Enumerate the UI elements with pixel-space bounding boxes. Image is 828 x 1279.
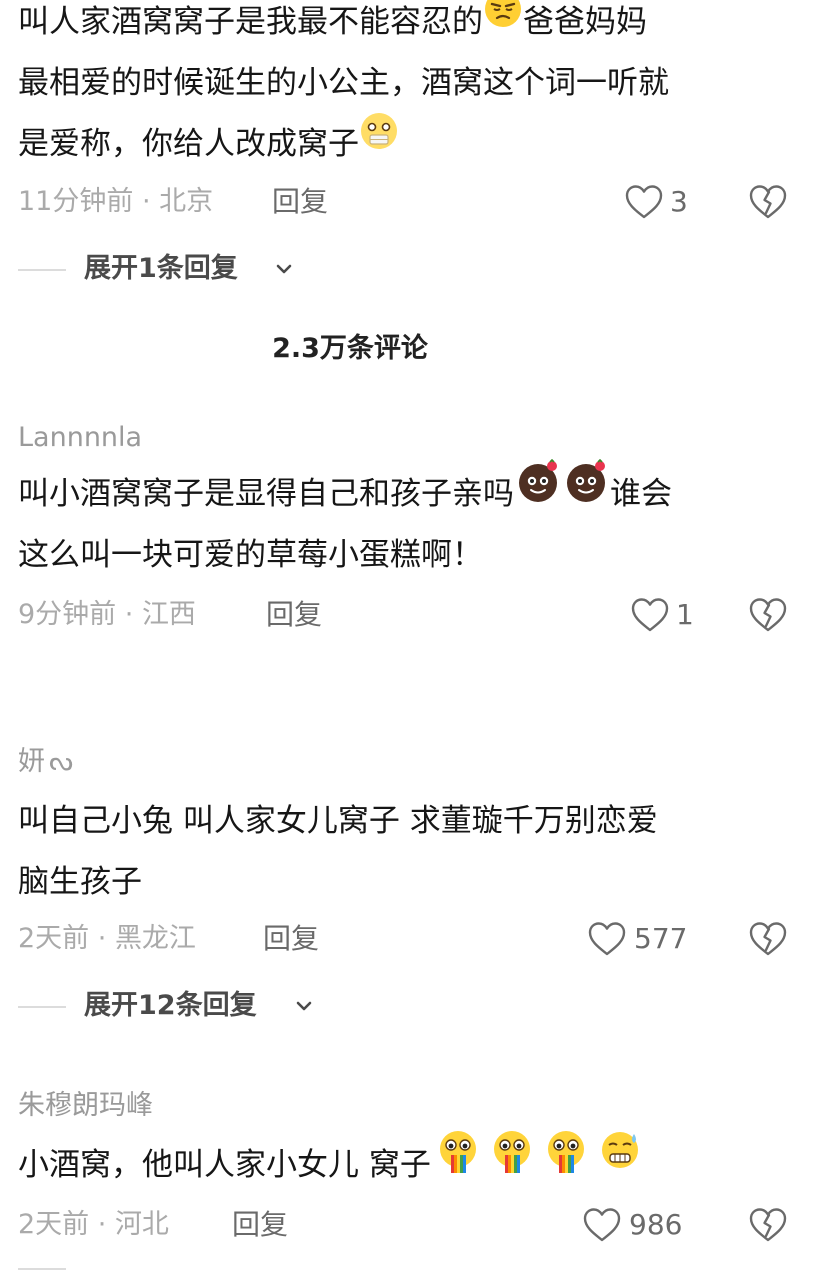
comment-text: 叫人家酒窝窝子是我最不能容忍的 爸爸妈妈 最相爱的时候诞生的小公主，酒窝这个词一…	[18, 0, 808, 175]
comment-time: 11分钟前	[18, 186, 134, 217]
chocolate-cake-emoji-icon	[562, 458, 610, 524]
comment-time: 2天前	[18, 923, 90, 954]
comment-text-line: 爸爸妈妈	[523, 4, 647, 40]
comment-text: 叫自己小兔 叫人家女儿窝子 求董璇千万别恋爱 脑生孩子	[18, 791, 808, 913]
comment-text-line: 叫小酒窝窝子是显得自己和孩子亲吗	[18, 476, 514, 512]
comment-text: 小酒窝，他叫人家小女儿 窝子	[18, 1131, 808, 1196]
comment-time: 2天前	[18, 1209, 90, 1240]
username[interactable]: Lannnnla	[18, 420, 142, 456]
dislike-icon[interactable]	[748, 921, 788, 957]
like-count: 577	[634, 922, 688, 955]
chocolate-cake-emoji-icon	[514, 458, 562, 524]
comment-text-line: 叫自己小兔 叫人家女儿窝子 求董璇千万别恋爱	[18, 803, 658, 839]
expand-replies-button[interactable]: 展开1条回复	[18, 251, 318, 287]
divider	[18, 1006, 66, 1008]
comment-meta: 2天前 · 黑龙江	[18, 921, 196, 957]
rainbow-vomit-emoji-icon	[431, 1128, 485, 1197]
comment-location: 河北	[114, 1209, 169, 1240]
like-icon[interactable]	[630, 597, 670, 633]
expand-replies-label: 展开12条回复	[84, 990, 257, 1021]
comment-time: 9分钟前	[18, 599, 117, 630]
reply-button[interactable]: 回复	[232, 1207, 288, 1243]
comment-text-line: 叫人家酒窝窝子是我最不能容忍的	[18, 4, 483, 40]
reply-button[interactable]: 回复	[272, 184, 328, 220]
reply-button[interactable]: 回复	[263, 921, 319, 957]
comment-location: 北京	[159, 186, 214, 217]
like-icon[interactable]	[587, 921, 627, 957]
meta-separator: ·	[89, 923, 115, 954]
mouth-covered-emoji-icon	[359, 111, 399, 172]
meta-separator: ·	[116, 599, 142, 630]
like-count: 3	[670, 185, 688, 218]
like-count: 1	[676, 598, 694, 631]
dislike-icon[interactable]	[748, 184, 788, 220]
comment-text-line: 这么叫一块可爱的草莓小蛋糕啊！	[18, 537, 483, 573]
comment-text-line: 谁会	[610, 476, 672, 512]
username-symbol: ᔓ	[49, 746, 74, 777]
expand-replies-button[interactable]: 展开12条回复	[18, 988, 358, 1024]
reply-button[interactable]: 回复	[266, 597, 322, 633]
comment-text-line: 是爱称，你给人改成窝子	[18, 126, 359, 162]
expand-replies-label: 展开1条回复	[84, 253, 238, 284]
comment-text-line: 最相爱的时候诞生的小公主，酒窝这个词一听就	[18, 65, 669, 101]
sweat-grimace-emoji-icon	[593, 1128, 647, 1197]
meta-separator: ·	[133, 186, 160, 217]
divider	[18, 269, 66, 271]
comment-count-title: 2.3万条评论	[272, 333, 428, 364]
comment-meta: 2天前 · 河北	[18, 1207, 169, 1243]
comment-text-line: 小酒窝，他叫人家小女儿 窝子	[18, 1147, 431, 1183]
comment-meta: 11分钟前 · 北京	[18, 184, 213, 220]
like-icon[interactable]	[624, 184, 664, 220]
meta-separator: ·	[89, 1209, 115, 1240]
comment-location: 黑龙江	[114, 923, 196, 954]
divider	[18, 1268, 66, 1270]
username-text: 妍	[18, 746, 45, 777]
like-icon[interactable]	[582, 1207, 622, 1243]
chevron-down-icon	[274, 259, 294, 283]
like-count: 986	[629, 1208, 683, 1241]
chevron-down-icon	[294, 996, 314, 1020]
rainbow-vomit-emoji-icon	[485, 1128, 539, 1197]
username[interactable]: 妍ᔓ	[18, 744, 73, 780]
comment-text-line: 脑生孩子	[18, 864, 142, 900]
annoyed-emoji-icon	[483, 0, 523, 50]
comment-text: 叫小酒窝窝子是显得自己和孩子亲吗 谁会 这么叫一块可爱的草莓小蛋糕啊！	[18, 458, 808, 586]
comment-meta: 9分钟前 · 江西	[18, 597, 196, 633]
username[interactable]: 朱穆朗玛峰	[18, 1088, 153, 1124]
rainbow-vomit-emoji-icon	[539, 1128, 593, 1197]
dislike-icon[interactable]	[748, 1207, 788, 1243]
dislike-icon[interactable]	[748, 597, 788, 633]
comment-location: 江西	[141, 599, 196, 630]
